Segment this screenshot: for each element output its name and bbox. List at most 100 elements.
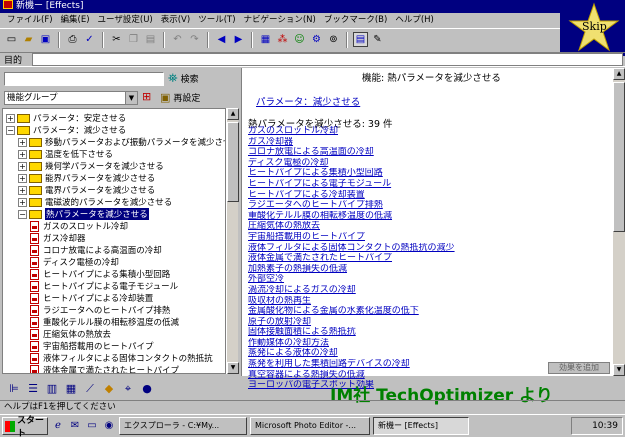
effect-link[interactable]: 加熱素子の熱損失の低減	[248, 264, 608, 275]
cut-icon[interactable]: ✂	[109, 32, 124, 47]
list-view-icon[interactable]: ☰	[25, 381, 41, 397]
scroll-thumb[interactable]	[613, 82, 625, 232]
effect-link[interactable]: 液体フィルタによる固体コンタクトの熱抵抗の減少	[248, 243, 608, 254]
undo-icon[interactable]: ↶	[170, 32, 185, 47]
tree-item[interactable]: 液体金属で満たされたヒートパイプ	[30, 364, 179, 373]
back-arrow-icon[interactable]: ◀	[214, 32, 229, 47]
channel-icon[interactable]: ◉	[102, 419, 116, 433]
effect-link[interactable]: 渦流冷却によるガスの冷却	[248, 285, 608, 296]
taskbar-window-button[interactable]: Microsoft Photo Editor -...	[250, 417, 370, 435]
search-input[interactable]	[4, 72, 164, 86]
spellcheck-icon[interactable]: ✓	[82, 32, 97, 47]
tree-item[interactable]: ガス冷却器	[30, 232, 86, 244]
window-titlebar[interactable]: 新機ー [Effects]	[0, 0, 625, 13]
expand-icon[interactable]: +	[18, 173, 27, 183]
menu-item[interactable]: ツール(T)	[194, 13, 239, 27]
function-tree[interactable]: + パラメータ：安定させる − パラメータ：減少させる + 移動パラメータおよび振動パラメ…	[2, 108, 226, 374]
email-icon[interactable]: ✉	[68, 419, 82, 433]
scroll-up-icon[interactable]: ▲	[227, 108, 239, 120]
binoculars-icon[interactable]: ⊚	[326, 32, 341, 47]
tree-item[interactable]: + 電磁波的パラメータを減少させる	[18, 196, 172, 208]
help-icon[interactable]: ✎	[370, 32, 385, 47]
tree-item[interactable]: ガスのスロットル冷却	[30, 220, 128, 232]
copy-icon[interactable]: ❐	[126, 32, 141, 47]
expand-icon[interactable]: +	[6, 113, 15, 123]
network-icon[interactable]: ⁂	[275, 32, 290, 47]
chart-icon[interactable]: ⟋	[82, 381, 98, 397]
taskbar-window-button[interactable]: 新機ー [Effects]	[373, 417, 469, 435]
expand-icon[interactable]: +	[18, 161, 27, 171]
tree-item[interactable]: + 能界パラメータを減少させる	[18, 172, 155, 184]
function-parent-link[interactable]: パラメータ：減少させる	[256, 94, 360, 108]
goal-input[interactable]	[32, 53, 623, 66]
effect-link[interactable]: 液体金属で満たされたヒートパイプ	[248, 253, 608, 264]
gear-icon[interactable]: ⚙	[309, 32, 324, 47]
save-icon[interactable]: ▣	[38, 32, 53, 47]
menu-item[interactable]: ブックマーク(B)	[320, 13, 391, 27]
effect-link[interactable]: 圧縮気体の熱放去	[248, 221, 608, 232]
effect-link[interactable]: 宇宙船搭載用のヒートパイプ	[248, 232, 608, 243]
search-button[interactable]: ⛯ 検索	[168, 70, 238, 87]
document-icon[interactable]: ▦	[258, 32, 273, 47]
tree-item[interactable]: + パラメータ：安定させる	[6, 112, 126, 124]
redo-icon[interactable]: ↷	[187, 32, 202, 47]
collapse-icon[interactable]: −	[18, 209, 27, 219]
effect-link[interactable]: 固体接触面積による熱抵抗	[248, 327, 608, 338]
menu-item[interactable]: ファイル(F)	[3, 13, 57, 27]
new-file-icon[interactable]: ▭	[4, 32, 19, 47]
tree-item[interactable]: + 電界パラメータを減少させる	[18, 184, 155, 196]
tree-item[interactable]: 液体フィルタによる固体コンタクトの熱抵抗	[30, 352, 213, 364]
tree-item[interactable]: ヒートパイプによる電子モジュール	[30, 280, 178, 292]
window-icon[interactable]: ▤	[353, 32, 368, 47]
menu-item[interactable]: 編集(E)	[57, 13, 94, 27]
effect-link[interactable]: 蒸発による液体の冷却	[248, 348, 608, 359]
forward-arrow-icon[interactable]: ▶	[231, 32, 246, 47]
taskbar-window-button[interactable]: エクスプローラ - C:¥My...	[119, 417, 247, 435]
effect-link[interactable]: ヒートパイプによる電子モジュール	[248, 179, 608, 190]
scroll-up-icon[interactable]: ▲	[613, 68, 625, 80]
tree-item[interactable]: ヒートパイプによる集積小型回路	[30, 268, 170, 280]
effect-link[interactable]: 外部空冷	[248, 274, 608, 285]
tree-item[interactable]: − 熱パラメータを減少させる	[18, 208, 149, 220]
add-effect-button[interactable]: 効果を追加	[548, 362, 610, 374]
effect-link[interactable]: 作動媒体の冷却方法	[248, 338, 608, 349]
scroll-down-icon[interactable]: ▼	[227, 362, 239, 374]
effects-scrollbar[interactable]: ▲ ▼	[613, 68, 625, 376]
effect-link[interactable]: ディスク電極の冷却	[248, 158, 608, 169]
open-folder-icon[interactable]: ▰	[21, 32, 36, 47]
tree-item[interactable]: + 温度を低下させる	[18, 148, 113, 160]
tree-item[interactable]: ディスク電極の冷却	[30, 256, 119, 268]
tree-item[interactable]: + 幾何学パラメータを減少させる	[18, 160, 164, 172]
scroll-thumb[interactable]	[227, 122, 239, 202]
effect-link[interactable]: ヒートパイプによる集積小型回路	[248, 168, 608, 179]
tree-item[interactable]: 重酸化テルル膜の相転移温度の低減	[30, 316, 179, 328]
effect-link[interactable]: ガスのスロットル冷却	[248, 126, 608, 137]
tree-item[interactable]: 宇宙船搭載用のヒートパイプ	[30, 340, 154, 352]
effect-link[interactable]: ガス冷却器	[248, 137, 608, 148]
ie-icon[interactable]: ℯ	[51, 419, 65, 433]
desktop-icon[interactable]: ▭	[85, 419, 99, 433]
menu-item[interactable]: ヘルプ(H)	[391, 13, 438, 27]
tree-item[interactable]: 圧縮気体の熱放去	[30, 328, 111, 340]
tree-item[interactable]: ラジエータへのヒートパイプ排熱	[30, 304, 170, 316]
start-button[interactable]: スタート	[2, 416, 48, 437]
tree-view-icon[interactable]: ⊫	[6, 381, 22, 397]
effect-link[interactable]: 原子の放射冷却	[248, 317, 608, 328]
filter-icon[interactable]: ⊞	[142, 90, 157, 105]
shapes-icon[interactable]: ◆	[101, 381, 117, 397]
scroll-down-icon[interactable]: ▼	[613, 364, 625, 376]
tree-item[interactable]: + 移動パラメータおよび振動パラメータを減少させる	[18, 136, 225, 148]
link-icon[interactable]: ⌖	[120, 381, 136, 397]
tree-item[interactable]: コロナ放電による高温面の冷却	[30, 244, 162, 256]
expand-icon[interactable]: +	[18, 149, 27, 159]
collapse-icon[interactable]: −	[6, 125, 15, 135]
expand-icon[interactable]: +	[18, 185, 27, 195]
tree-scrollbar[interactable]: ▲ ▼	[226, 108, 239, 374]
table-icon[interactable]: ▦	[63, 381, 79, 397]
effect-link[interactable]: コロナ放電による高温面の冷却	[248, 147, 608, 158]
tree-item[interactable]: ヒートパイプによる冷却装置	[30, 292, 153, 304]
people-icon[interactable]: ☺	[292, 32, 307, 47]
expand-icon[interactable]: +	[18, 137, 27, 147]
expand-icon[interactable]: +	[18, 197, 27, 207]
menu-item[interactable]: 表示(V)	[157, 13, 194, 27]
